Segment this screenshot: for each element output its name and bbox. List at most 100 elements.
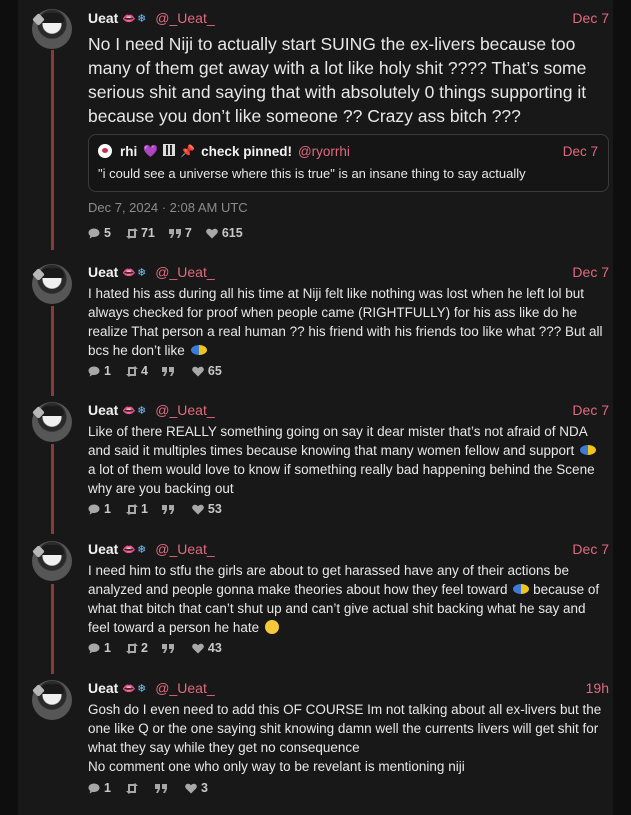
- author-name[interactable]: Ueat: [88, 402, 118, 418]
- tweet-stats: 1 2 43: [88, 639, 236, 657]
- tweet-stats: 5 71 7 615: [88, 224, 257, 242]
- avatar[interactable]: [32, 541, 72, 581]
- reply-stat[interactable]: 1: [88, 364, 111, 378]
- retweet-stat[interactable]: 2: [125, 641, 148, 655]
- quoted-handle: @ryorrhi: [297, 143, 350, 159]
- like-stat[interactable]: 3: [185, 781, 208, 795]
- like-stat[interactable]: 43: [192, 641, 222, 655]
- reply-stat[interactable]: 1: [88, 641, 111, 655]
- tweet-text: Like of there REALLY something going on …: [88, 424, 588, 458]
- retweet-icon: [125, 782, 138, 794]
- inline-emoji: [580, 445, 597, 455]
- tweet-text: Gosh do I even need to add this OF COURS…: [88, 702, 602, 755]
- inline-emoji: [190, 345, 207, 355]
- thread-panel: Ueat 👄❄ @_Ueat_ Dec 7 No I need Niji to …: [18, 0, 613, 815]
- quote-stat[interactable]: [161, 366, 178, 377]
- tweet-text: I need him to stfu the girls are about t…: [88, 563, 570, 597]
- name-emoji: 👄❄: [122, 543, 148, 556]
- author-handle[interactable]: @_Ueat_: [155, 541, 214, 557]
- quote-stat[interactable]: [161, 643, 178, 654]
- name-emoji: 👄❄: [122, 682, 148, 695]
- post-date[interactable]: Dec 7: [572, 541, 609, 557]
- reply-icon: [88, 228, 100, 239]
- heart-icon: [185, 783, 197, 794]
- retweet-icon: [125, 227, 138, 239]
- retweet-icon: [125, 642, 138, 654]
- author-handle[interactable]: @_Ueat_: [155, 402, 214, 418]
- tweet-stats: 1 3: [88, 779, 222, 797]
- reply-stat[interactable]: 1: [88, 781, 111, 795]
- tweet-text: I hated his ass during all his time at N…: [88, 286, 603, 358]
- author-name[interactable]: Ueat: [88, 264, 118, 280]
- name-emoji: 👄❄: [122, 12, 148, 25]
- tweet-text-block: I need him to stfu the girls are about t…: [88, 561, 605, 637]
- quote-stat[interactable]: [161, 504, 178, 515]
- quoted-date: Dec 7: [562, 143, 598, 159]
- tweet[interactable]: Ueat 👄❄ @_Ueat_ 19h Gosh do I even need …: [18, 678, 613, 808]
- inline-emoji: [513, 584, 530, 594]
- retweet-stat[interactable]: 1: [125, 502, 148, 516]
- quote-stat[interactable]: [154, 783, 171, 794]
- quoted-name-suffix: check pinned!: [201, 143, 292, 159]
- post-date[interactable]: 19h: [586, 680, 609, 696]
- author-handle[interactable]: @_Ueat_: [155, 264, 214, 280]
- tweet[interactable]: Ueat 👄❄ @_Ueat_ Dec 7 Like of there REAL…: [18, 400, 613, 530]
- tweet-stats: 1 4 65: [88, 362, 236, 380]
- reply-stat[interactable]: 5: [88, 226, 111, 240]
- avatar[interactable]: [32, 264, 72, 304]
- reply-icon: [88, 366, 100, 377]
- author-handle[interactable]: @_Ueat_: [155, 680, 214, 696]
- post-date[interactable]: Dec 7: [572, 402, 609, 418]
- like-stat[interactable]: 53: [192, 502, 222, 516]
- avatar[interactable]: [32, 402, 72, 442]
- heart-icon: [192, 643, 204, 654]
- name-emoji: 👄❄: [122, 404, 148, 417]
- quote-icon: [161, 366, 174, 377]
- retweet-stat[interactable]: 71: [125, 226, 155, 240]
- heart-icon: [206, 228, 218, 239]
- tweet-text: No I need Niji to actually start SUING t…: [88, 34, 587, 126]
- reply-icon: [88, 504, 100, 515]
- post-timestamp[interactable]: Dec 7, 2024 · 2:08 AM UTC: [88, 200, 248, 215]
- smile-emoji: [264, 620, 279, 634]
- quote-icon: [154, 783, 167, 794]
- retweet-icon: [125, 365, 138, 377]
- quote-icon: [168, 228, 181, 239]
- tweet[interactable]: Ueat 👄❄ @_Ueat_ Dec 7 I need him to stfu…: [18, 539, 613, 669]
- quoted-text: "i could see a universe where this is tr…: [98, 166, 526, 181]
- quoted-avatar: [98, 144, 112, 158]
- quote-icon: [161, 643, 174, 654]
- quote-stat[interactable]: 7: [168, 226, 192, 240]
- tweet-stats: 1 1 53: [88, 500, 236, 518]
- author-handle[interactable]: @_Ueat_: [155, 10, 214, 26]
- retweet-stat[interactable]: 4: [125, 364, 148, 378]
- heart-icon: [192, 504, 204, 515]
- author-name[interactable]: Ueat: [88, 680, 118, 696]
- post-date[interactable]: Dec 7: [572, 264, 609, 280]
- post-date[interactable]: Dec 7: [572, 10, 609, 26]
- quoted-name-emoji: 💜 📌: [143, 144, 196, 158]
- like-stat[interactable]: 65: [192, 364, 222, 378]
- tweet-text-block: Like of there REALLY something going on …: [88, 422, 605, 498]
- tweet-text: No comment one who only way to be revela…: [88, 759, 465, 774]
- tweet-text: a lot of them would love to know if some…: [88, 462, 595, 496]
- avatar[interactable]: [32, 680, 72, 720]
- tweet-text-block: Gosh do I even need to add this OF COURS…: [88, 700, 605, 776]
- reply-stat[interactable]: 1: [88, 502, 111, 516]
- avatar[interactable]: [32, 9, 72, 49]
- quoted-author-name: rhi: [120, 143, 138, 159]
- heart-icon: [192, 366, 204, 377]
- author-name[interactable]: Ueat: [88, 541, 118, 557]
- reply-icon: [88, 643, 100, 654]
- like-stat[interactable]: 615: [206, 226, 243, 240]
- retweet-stat[interactable]: [125, 782, 141, 794]
- reply-icon: [88, 783, 100, 794]
- quote-icon: [161, 504, 174, 515]
- retweet-icon: [125, 503, 138, 515]
- tweet[interactable]: Ueat 👄❄ @_Ueat_ Dec 7 No I need Niji to …: [18, 0, 613, 250]
- tweet[interactable]: Ueat 👄❄ @_Ueat_ Dec 7 I hated his ass du…: [18, 262, 613, 392]
- name-emoji: 👄❄: [122, 266, 148, 279]
- quoted-tweet[interactable]: rhi 💜 📌 check pinned! @ryorrhi Dec 7 "i c…: [88, 134, 609, 192]
- author-name[interactable]: Ueat: [88, 10, 118, 26]
- tweet-text-block: I hated his ass during all his time at N…: [88, 284, 605, 360]
